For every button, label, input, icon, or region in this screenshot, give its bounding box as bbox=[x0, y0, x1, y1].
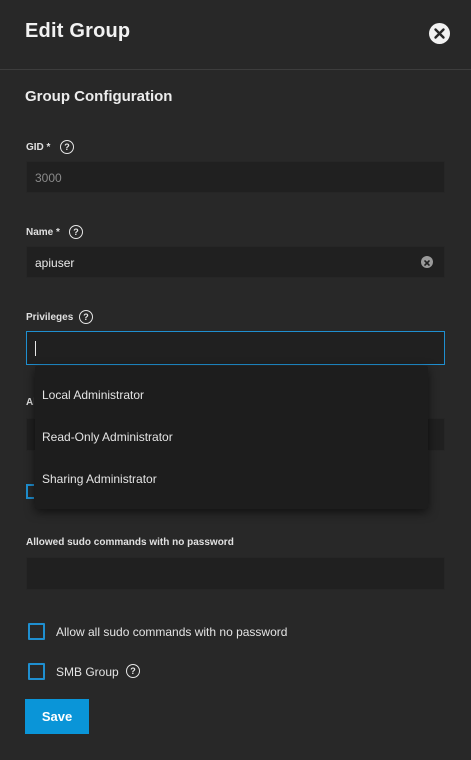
smb-group-label: SMB Group bbox=[56, 665, 119, 679]
hidden-checkbox[interactable] bbox=[26, 484, 34, 499]
dialog-header: Edit Group bbox=[0, 0, 471, 70]
privileges-dropdown: Local Administrator Read-Only Administra… bbox=[35, 366, 428, 509]
sudo-nopass-label: Allowed sudo commands with no password bbox=[26, 537, 234, 548]
gid-value: 3000 bbox=[35, 171, 62, 185]
privileges-help-icon[interactable]: ? bbox=[79, 310, 93, 324]
name-help-icon[interactable]: ? bbox=[69, 225, 83, 239]
option-local-administrator[interactable]: Local Administrator bbox=[42, 388, 144, 402]
close-icon[interactable] bbox=[429, 23, 450, 44]
privileges-input[interactable] bbox=[26, 331, 445, 365]
privileges-label: Privileges bbox=[26, 312, 74, 323]
smb-group-help-icon[interactable]: ? bbox=[126, 664, 140, 678]
option-read-only-administrator[interactable]: Read-Only Administrator bbox=[42, 430, 173, 444]
hidden-field-label: Al bbox=[26, 397, 34, 408]
option-sharing-administrator[interactable]: Sharing Administrator bbox=[42, 472, 157, 486]
clear-icon[interactable] bbox=[421, 256, 433, 268]
allow-all-sudo-nopass-checkbox[interactable] bbox=[28, 623, 45, 640]
gid-input[interactable]: 3000 bbox=[26, 161, 445, 193]
allow-all-sudo-nopass-label: Allow all sudo commands with no password bbox=[56, 625, 288, 639]
text-cursor bbox=[35, 341, 36, 356]
dialog-title: Edit Group bbox=[25, 20, 131, 42]
smb-group-checkbox[interactable] bbox=[28, 663, 45, 680]
gid-help-icon[interactable]: ? bbox=[60, 140, 74, 154]
section-title: Group Configuration bbox=[25, 88, 173, 105]
name-label: Name * bbox=[26, 227, 60, 238]
sudo-nopass-input[interactable] bbox=[26, 557, 445, 590]
name-value: apiuser bbox=[35, 256, 75, 270]
name-input[interactable]: apiuser bbox=[26, 246, 445, 278]
save-button[interactable]: Save bbox=[25, 699, 89, 734]
gid-label: GID * bbox=[26, 142, 51, 153]
